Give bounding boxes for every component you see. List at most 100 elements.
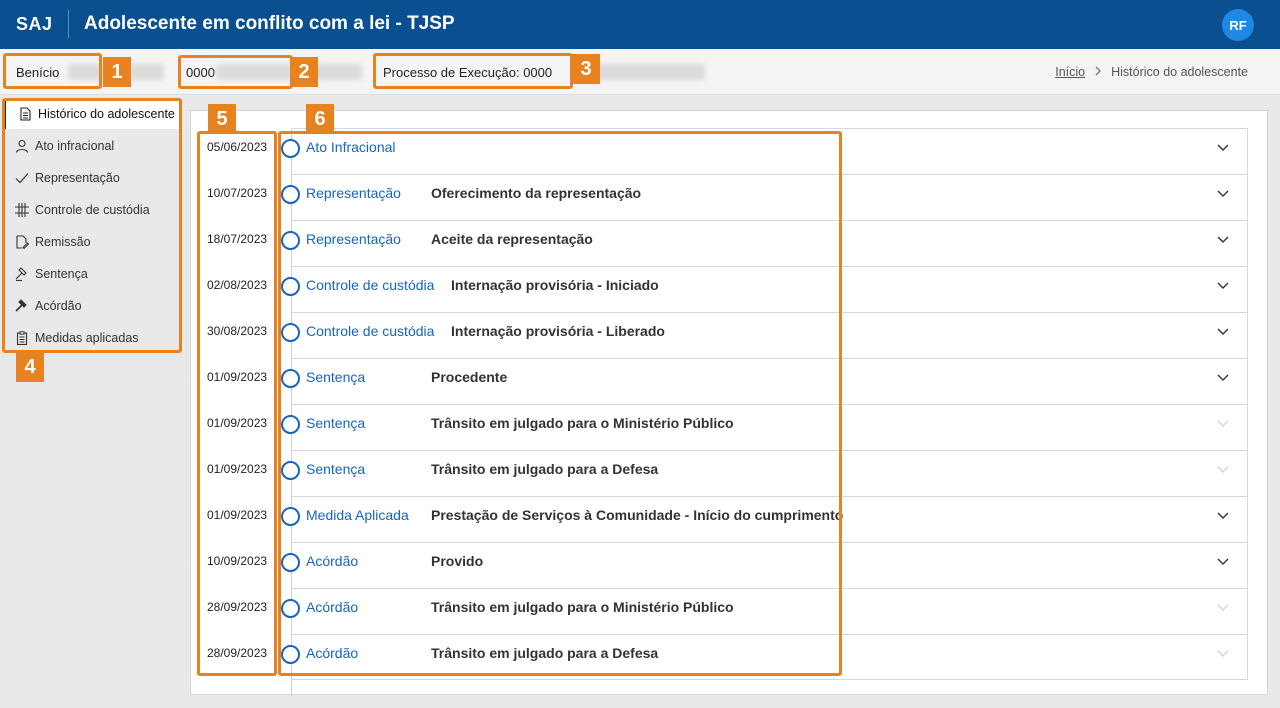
annotation-number-4: 4	[16, 352, 44, 382]
event-type-link[interactable]: Acórdão	[306, 553, 358, 569]
annotation-number-2: 2	[290, 57, 318, 87]
timeline-node-icon	[281, 369, 300, 388]
sidebar-item-label: Remissão	[35, 235, 91, 249]
sidebar-item-ato-infracional[interactable]: Ato infracional	[3, 131, 179, 161]
process-number: 0000	[186, 65, 215, 80]
timeline-node-icon	[281, 599, 300, 618]
timeline-node-icon	[281, 553, 300, 572]
sidebar-item-label: Controle de custódia	[35, 203, 150, 217]
chevron-down-icon[interactable]	[1216, 278, 1230, 292]
chevron-down-icon[interactable]	[1216, 140, 1230, 154]
event-description: Trânsito em julgado para o Ministério Pú…	[431, 599, 734, 615]
timeline-row[interactable]	[291, 128, 1248, 174]
user-avatar[interactable]: RF	[1222, 9, 1254, 41]
event-date: 05/06/2023	[207, 140, 268, 154]
gavel-filled-icon	[15, 299, 27, 312]
event-description: Internação provisória - Iniciado	[451, 277, 659, 293]
event-type-link[interactable]: Acórdão	[306, 599, 358, 615]
annotation-number-1: 1	[103, 57, 131, 87]
timeline-node-icon	[281, 231, 300, 250]
event-description: Aceite da representação	[431, 231, 593, 247]
sidebar-item-acordao[interactable]: Acórdão	[3, 291, 179, 321]
sidebar-item-representacao[interactable]: Representação	[3, 163, 179, 193]
sidebar-item-sentenca[interactable]: Sentença	[3, 259, 179, 289]
timeline-node-icon	[281, 185, 300, 204]
timeline-node-icon	[281, 415, 300, 434]
event-description: Provido	[431, 553, 484, 569]
chevron-down-icon[interactable]	[1216, 324, 1230, 338]
annotation-number-6: 6	[306, 104, 334, 134]
sidebar-item-historico[interactable]: Histórico do adolescente	[3, 99, 179, 129]
redacted-process-number	[216, 64, 362, 80]
sidebar-item-label: Ato infracional	[35, 139, 115, 153]
grid-icon	[15, 203, 29, 217]
sidebar-item-label: Sentença	[35, 267, 88, 281]
brand-logo[interactable]: SAJ	[16, 14, 53, 35]
info-bar: Benício 0000 Processo de Execução: 0000 …	[0, 49, 1280, 95]
event-date: 18/07/2023	[207, 232, 268, 246]
event-description: Prestação de Serviços à Comunidade - Iní…	[431, 507, 844, 523]
event-date: 01/09/2023	[207, 416, 268, 430]
chevron-down-icon	[1217, 650, 1229, 657]
event-date: 28/09/2023	[207, 600, 268, 614]
event-type-link[interactable]: Sentença	[306, 369, 365, 385]
timeline-node-icon	[281, 323, 300, 342]
event-date: 01/09/2023	[207, 462, 268, 476]
event-date: 28/09/2023	[207, 646, 268, 660]
event-date: 30/08/2023	[207, 324, 268, 338]
event-description: Trânsito em julgado para a Defesa	[431, 461, 659, 477]
event-type-link[interactable]: Sentença	[306, 415, 365, 431]
execution-process: Processo de Execução: 0000	[383, 65, 553, 80]
top-bar: SAJ Adolescente em conflito com a lei - …	[0, 0, 1280, 49]
gavel-icon	[15, 267, 27, 281]
event-type-link[interactable]: Controle de custódia	[306, 323, 434, 339]
annotation-number-3: 3	[572, 54, 600, 84]
chevron-down-icon	[1217, 604, 1229, 611]
event-date: 02/08/2023	[207, 278, 268, 292]
event-type-link[interactable]: Representação	[306, 185, 401, 201]
sidebar-item-label: Histórico do adolescente	[38, 107, 175, 121]
annotation-number-5: 5	[208, 104, 236, 134]
event-type-link[interactable]: Acórdão	[306, 645, 358, 661]
timeline-node-icon	[281, 277, 300, 296]
chevron-right-icon	[1093, 65, 1103, 79]
app-title: Adolescente em conflito com a lei - TJSP	[84, 13, 455, 34]
event-description: Procedente	[431, 369, 508, 385]
event-type-link[interactable]: Controle de custódia	[306, 277, 434, 293]
chevron-down-icon[interactable]	[1216, 508, 1230, 522]
timeline-node-icon	[281, 507, 300, 526]
event-description: Trânsito em julgado para a Defesa	[431, 645, 659, 661]
timeline-node-icon	[281, 645, 300, 664]
sidebar-item-label: Acórdão	[35, 299, 82, 313]
timeline-row[interactable]	[291, 266, 1248, 312]
header-divider	[68, 10, 69, 38]
sidebar-item-controle-custodia[interactable]: Controle de custódia	[3, 195, 179, 225]
sidebar-item-remissao[interactable]: Remissão	[3, 227, 179, 257]
event-type-link[interactable]: Sentença	[306, 461, 365, 477]
breadcrumb-home-link[interactable]: Início	[1055, 65, 1085, 79]
event-type-link[interactable]: Ato Infracional	[306, 139, 396, 155]
event-type-link[interactable]: Medida Aplicada	[306, 507, 409, 523]
check-icon	[15, 173, 29, 184]
event-date: 01/09/2023	[207, 370, 268, 384]
person-icon	[15, 139, 29, 153]
chevron-down-icon[interactable]	[1216, 554, 1230, 568]
document-edit-icon	[16, 235, 29, 249]
timeline-row[interactable]	[291, 312, 1248, 358]
adolescent-name: Benício	[16, 65, 60, 80]
event-type-link[interactable]: Representação	[306, 231, 401, 247]
timeline-node-icon	[281, 139, 300, 158]
sidebar-item-medidas-aplicadas[interactable]: Medidas aplicadas	[3, 323, 179, 353]
timeline-node-icon	[281, 461, 300, 480]
chevron-down-icon[interactable]	[1216, 232, 1230, 246]
event-description: Oferecimento da representação	[431, 185, 642, 201]
chevron-down-icon[interactable]	[1216, 370, 1230, 384]
breadcrumb-current: Histórico do adolescente	[1111, 65, 1248, 79]
sidebar-item-label: Medidas aplicadas	[35, 331, 139, 345]
event-date: 10/07/2023	[207, 186, 268, 200]
chevron-down-icon	[1217, 420, 1229, 427]
event-date: 10/09/2023	[207, 554, 268, 568]
event-description: Trânsito em julgado para o Ministério Pú…	[431, 415, 734, 431]
chevron-down-icon[interactable]	[1216, 186, 1230, 200]
event-description: Internação provisória - Liberado	[451, 323, 665, 339]
